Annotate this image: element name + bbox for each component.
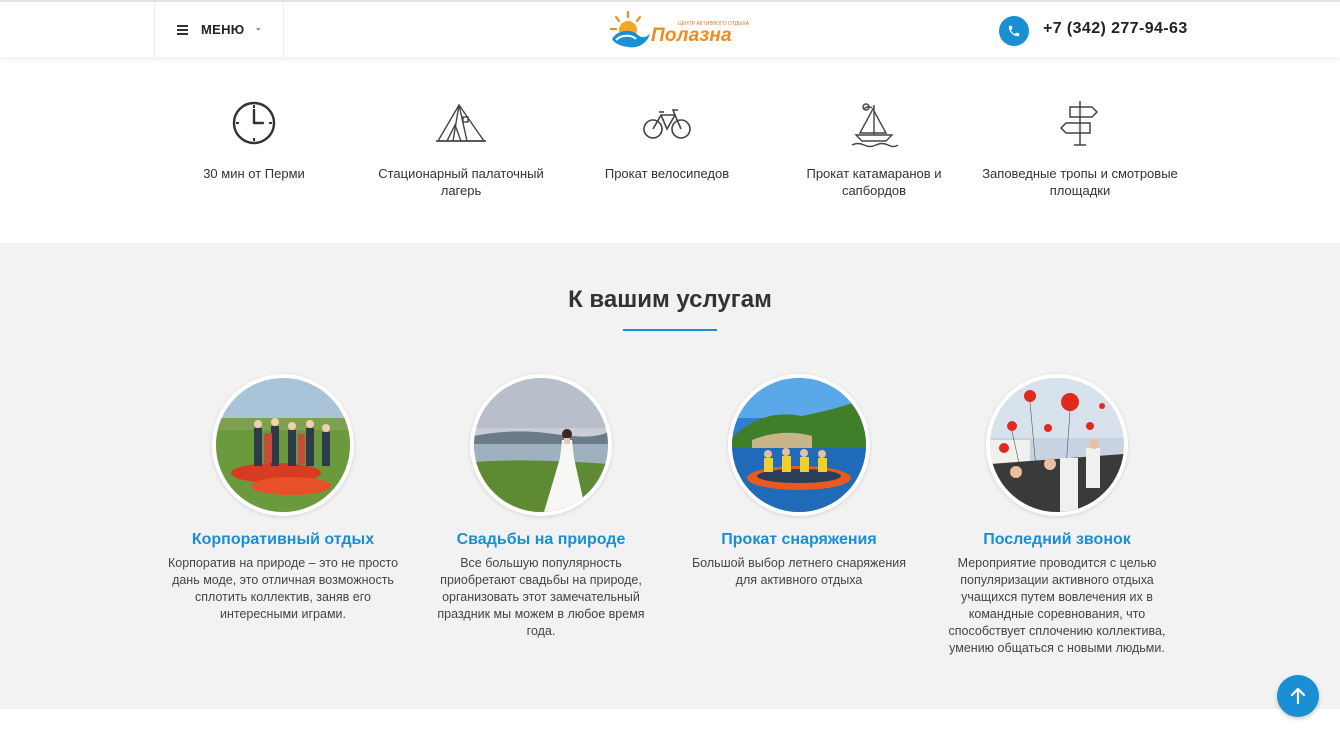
services-section: К вашим услугам Корпоративный отдых Корп… — [0, 243, 1340, 709]
logo-wordmark: Полазна — [651, 25, 732, 46]
card-title[interactable]: Корпоративный отдых — [166, 531, 400, 549]
feature-item: Стационарный палаточный лагерь — [361, 95, 561, 199]
card-text: Большой выбор летнего снаряжения для акт… — [691, 556, 907, 587]
chevron-down-icon: ⌄ — [254, 22, 263, 32]
card-title[interactable]: Свадьбы на природе — [424, 531, 658, 549]
service-card: Прокат снаряжения Большой выбор летнего … — [682, 374, 916, 589]
menu-button[interactable]: МЕНЮ ⌄ — [154, 2, 284, 57]
sailboat-icon — [851, 103, 899, 148]
card-text: Мероприятие проводится с целью популяриз… — [948, 556, 1166, 655]
feature-item: Заповедные тропы и смотровые площадки — [980, 95, 1180, 199]
service-card: Корпоративный отдых Корпоратив на природ… — [166, 374, 400, 623]
page-bottom — [0, 709, 1340, 738]
feature-text: Стационарный палаточный лагерь — [378, 166, 544, 198]
equipment-rental-photo[interactable] — [728, 374, 870, 516]
signpost-icon — [1059, 101, 1099, 146]
features-section: 30 мин от Перми Стационарный палаточный … — [0, 57, 1340, 243]
title-underline — [623, 329, 717, 331]
section-title: К вашим услугам — [568, 286, 772, 313]
feature-text: Прокат катамаранов и сапбордов — [806, 166, 942, 198]
arrow-up-icon — [1290, 687, 1306, 705]
feature-item: 30 мин от Перми — [154, 95, 354, 182]
corporate-photo[interactable] — [212, 374, 354, 516]
card-title[interactable]: Прокат снаряжения — [682, 531, 916, 549]
card-text: Корпоратив на природе – это не просто да… — [167, 556, 399, 621]
feature-item: Прокат катамаранов и сапбордов — [774, 95, 974, 199]
clock-icon — [232, 101, 276, 145]
site-logo[interactable]: ЦЕНТР АКТИВНОГО ОТДЫХА Полазна — [608, 9, 749, 51]
wedding-photo[interactable] — [470, 374, 612, 516]
last-bell-photo[interactable] — [986, 374, 1128, 516]
feature-text: Прокат велосипедов — [604, 166, 730, 181]
hamburger-icon — [177, 25, 188, 35]
service-card: Свадьбы на природе Все большую популярно… — [424, 374, 658, 640]
service-card: Последний звонок Мероприятие проводится … — [940, 374, 1174, 657]
feature-text: 30 мин от Перми — [203, 166, 305, 181]
bicycle-icon — [643, 109, 691, 139]
feature-item: Прокат велосипедов — [567, 95, 767, 182]
site-header: МЕНЮ ⌄ ЦЕНТР АКТИВНОГО ОТДЫХА Полазна +7… — [0, 0, 1340, 57]
scroll-to-top-button[interactable] — [1277, 675, 1319, 717]
feature-text: Заповедные тропы и смотровые площадки — [982, 166, 1178, 198]
phone-number[interactable]: +7 (342) 277-94-63 — [1043, 20, 1188, 38]
sun-wave-logo-icon — [609, 10, 650, 48]
card-title[interactable]: Последний звонок — [940, 531, 1174, 549]
card-text: Все большую популярность приобретают сва… — [437, 556, 645, 638]
tent-icon — [436, 103, 486, 142]
menu-label: МЕНЮ — [201, 22, 245, 37]
phone-icon[interactable] — [999, 16, 1029, 46]
